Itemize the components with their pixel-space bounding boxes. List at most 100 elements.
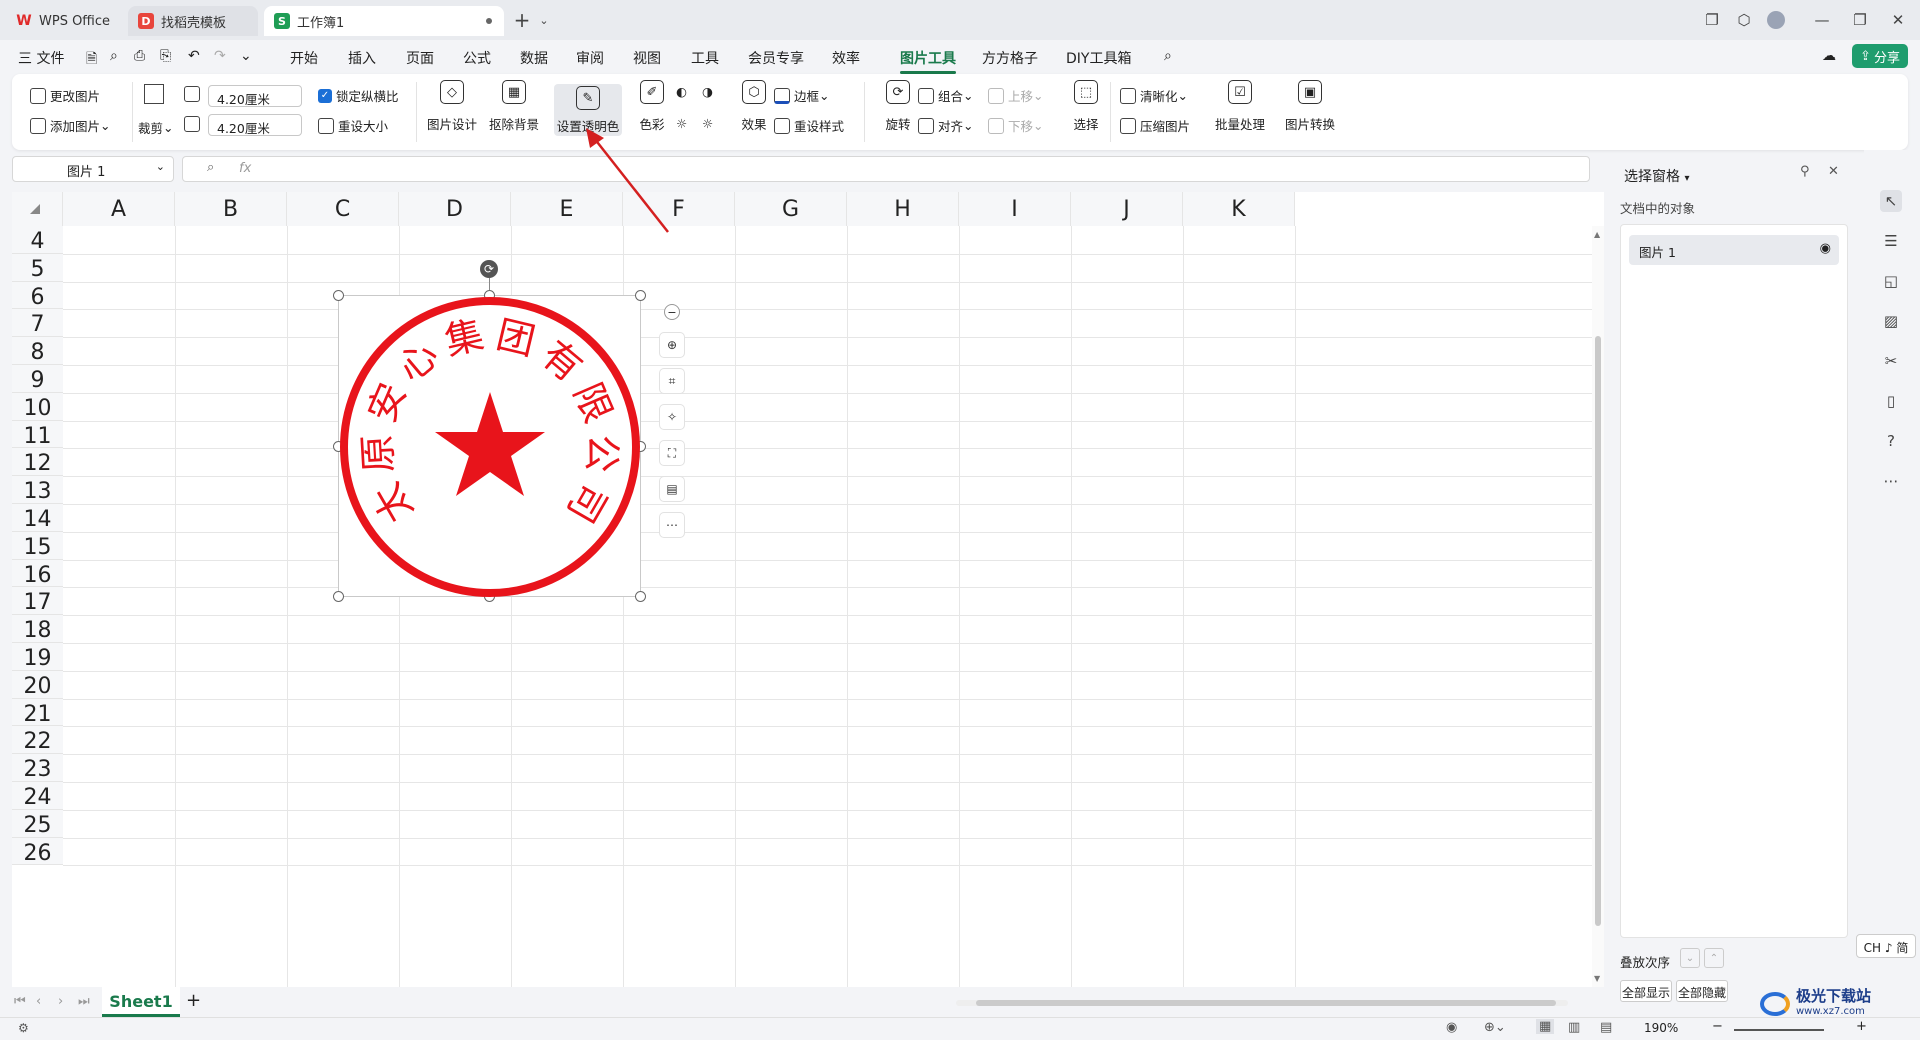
first-sheet-icon[interactable]: ⏮ (14, 994, 26, 1009)
reading-icon[interactable]: ▯ (1880, 390, 1902, 412)
crop-button[interactable]: 裁剪 ⌄ (138, 118, 174, 137)
zoom-slider[interactable] (1734, 1029, 1824, 1031)
compress-picture-button[interactable]: 压缩图片 (1120, 116, 1190, 135)
contrast-down-icon[interactable]: ☼ (702, 116, 713, 131)
last-sheet-icon[interactable]: ⏭ (78, 994, 90, 1009)
note-icon[interactable]: ◱ (1880, 270, 1902, 292)
chevron-down-icon[interactable]: ⌄ (532, 8, 556, 32)
column-header-I[interactable]: I (959, 192, 1071, 226)
menu-efficiency[interactable]: 效率 (832, 48, 860, 68)
scroll-up-icon[interactable]: ▲ (1594, 230, 1600, 239)
row-header-24[interactable]: 24 (12, 782, 63, 810)
horizontal-scrollbar[interactable] (956, 1000, 1568, 1006)
send-backward-button[interactable]: 下移 ⌄ (988, 116, 1044, 135)
reset-style-button[interactable]: 重设样式 (774, 116, 844, 135)
sheet-tab-sheet1[interactable]: Sheet1 (102, 987, 180, 1017)
formula-bar[interactable]: ⌕ fx (182, 156, 1590, 182)
row-header-18[interactable]: 18 (12, 615, 63, 643)
picture-to-text-icon[interactable]: ▤ (659, 476, 685, 502)
menu-page[interactable]: 页面 (406, 48, 434, 68)
picture-edit-icon[interactable]: ▨ (1880, 310, 1902, 332)
macro-icon[interactable]: ⚙ (18, 1021, 29, 1035)
tab-wps-office[interactable]: W WPS Office (6, 6, 122, 36)
page-break-icon[interactable]: ▤ (1600, 1020, 1612, 1035)
menu-view[interactable]: 视图 (633, 48, 661, 68)
menu-start[interactable]: 开始 (290, 48, 318, 68)
row-header-19[interactable]: 19 (12, 643, 63, 671)
row-header-21[interactable]: 21 (12, 698, 63, 727)
more-icon[interactable]: ⌄ (240, 48, 252, 64)
zoom-level[interactable]: 190% (1644, 1021, 1678, 1035)
normal-view-icon[interactable]: ▦ (1536, 1019, 1555, 1034)
cube-icon[interactable]: ⬡ (1732, 8, 1756, 32)
row-header-14[interactable]: 14 (12, 504, 63, 532)
window-layout-icon[interactable]: ❐ (1700, 8, 1724, 32)
page-view-icon[interactable]: ▥ (1568, 1020, 1580, 1035)
crop-tool-icon[interactable] (144, 84, 168, 104)
zoom-picture-icon[interactable]: ⊕ (659, 332, 685, 358)
picture-convert-button[interactable]: ▣ 图片转换 (1278, 80, 1342, 133)
scrollbar-thumb[interactable] (1595, 336, 1601, 926)
prev-sheet-icon[interactable]: ‹ (36, 994, 41, 1009)
pin-icon[interactable]: ⚲ (1800, 164, 1810, 179)
redo-icon[interactable]: ↷ (214, 48, 226, 64)
row-header-15[interactable]: 15 (12, 531, 63, 560)
menu-review[interactable]: 审阅 (576, 48, 604, 68)
save-icon[interactable]: 🗎 (86, 48, 97, 72)
zoom-out-icon[interactable]: − (1712, 1019, 1723, 1034)
rotate-handle-icon[interactable]: ⟳ (480, 260, 498, 278)
row-header-17[interactable]: 17 (12, 587, 63, 615)
print-icon[interactable]: ⎙ (134, 48, 145, 64)
undo-icon[interactable]: ↶ (188, 48, 200, 64)
row-header-23[interactable]: 23 (12, 754, 63, 782)
menu-member[interactable]: 会员专享 (748, 48, 804, 68)
brightness-up-icon[interactable]: ◐ (676, 84, 687, 99)
menu-picture-tools[interactable]: 图片工具 (900, 48, 956, 74)
row-header-16[interactable]: 16 (12, 559, 63, 588)
file-menu[interactable]: 三 文件 (18, 48, 64, 68)
collapse-quick-bar[interactable]: − (664, 304, 680, 320)
spreadsheet-grid[interactable]: ABCDEFGHIJK 4 5 6 7 8 9 10 11 12 13 14 15 16 17 18 19 20… (12, 192, 1604, 987)
more-icon[interactable]: ⋯ (1880, 470, 1902, 492)
row-header-11[interactable]: 11 (12, 420, 63, 449)
sharpen-button[interactable]: 清晰化 ⌄ (1120, 86, 1188, 105)
lock-ratio-checkbox[interactable]: ✓ 锁定纵横比 (318, 86, 399, 105)
close-pane-icon[interactable]: ✕ (1828, 164, 1839, 179)
row-header-6[interactable]: 6 (12, 281, 63, 310)
column-header-G[interactable]: G (735, 192, 847, 226)
scroll-down-icon[interactable]: ▼ (1594, 974, 1600, 983)
row-header-5[interactable]: 5 (12, 253, 63, 282)
add-picture-button[interactable]: 添加图片 ⌄ (30, 116, 111, 135)
avatar[interactable] (1764, 8, 1788, 32)
menu-tools[interactable]: 工具 (691, 48, 719, 68)
eye-protect-icon[interactable]: ◉ (1446, 1020, 1457, 1035)
picture-design-button[interactable]: ◇ 图片设计 (424, 80, 480, 133)
menu-data[interactable]: 数据 (520, 48, 548, 68)
row-header-9[interactable]: 9 (12, 365, 63, 393)
order-up-icon[interactable]: ⌃ (1704, 948, 1724, 968)
column-header-B[interactable]: B (175, 192, 287, 226)
locate-icon[interactable]: ⊕⌄ (1484, 1020, 1506, 1035)
crop-quick-icon[interactable]: ⌗ (659, 368, 685, 394)
row-header-8[interactable]: 8 (12, 337, 63, 365)
row-header-22[interactable]: 22 (12, 726, 63, 754)
print-preview-icon[interactable]: ⎘ (160, 48, 171, 64)
remove-background-button[interactable]: ▦ 抠除背景 (486, 80, 542, 133)
batch-process-button[interactable]: ☑ 批量处理 (1208, 80, 1272, 133)
border-button[interactable]: 边框 ⌄ (774, 86, 830, 105)
help-icon[interactable]: ? (1880, 430, 1902, 452)
close-icon[interactable]: ✕ (1886, 8, 1910, 32)
more-options-icon[interactable]: ⋯ (659, 512, 685, 538)
select-button[interactable]: ⬚ 选择 (1058, 80, 1114, 133)
magic-tools-icon[interactable]: ✧ (659, 404, 685, 430)
search-icon[interactable]: ⌕ (1164, 48, 1172, 64)
row-header-13[interactable]: 13 (12, 476, 63, 504)
h-scrollbar-thumb[interactable] (976, 1000, 1556, 1006)
group-button[interactable]: 组合 ⌄ (918, 86, 974, 105)
row-header-10[interactable]: 10 (12, 392, 63, 421)
select-pane-icon[interactable]: ↖ (1880, 190, 1902, 212)
column-header-J[interactable]: J (1071, 192, 1183, 226)
menu-formula[interactable]: 公式 (463, 48, 491, 68)
share-button[interactable]: ⇪ 分享 (1852, 44, 1908, 68)
add-sheet-button[interactable]: + (186, 990, 201, 1011)
